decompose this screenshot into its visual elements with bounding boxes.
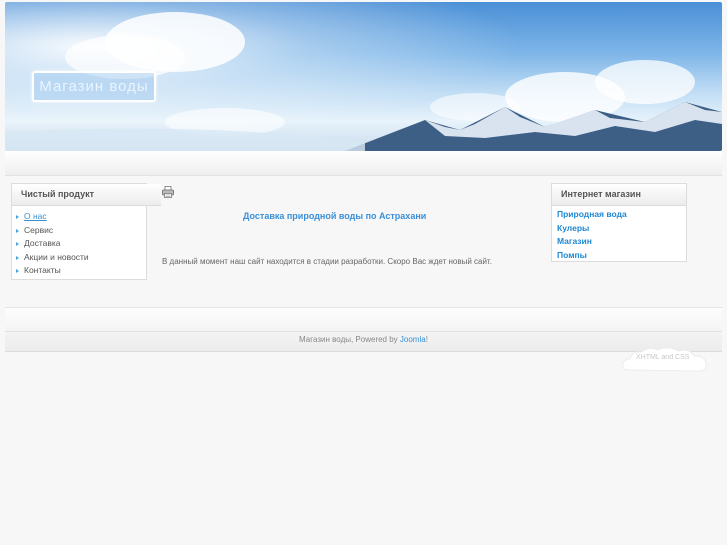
left-menu: О нас Сервис Доставка Акции и новости Ко… [12, 210, 146, 278]
footer-prefix: Магазин воды, Powered by [299, 335, 400, 344]
footer: Магазин воды, Powered by Joomla! [5, 307, 722, 352]
menu-item-about[interactable]: О нас [12, 210, 146, 224]
top-nav-bar [5, 151, 722, 176]
left-menu-module: Чистый продукт О нас Сервис Доставка Акц… [11, 183, 161, 280]
menu-item-natural-water[interactable]: Природная вода [552, 208, 686, 222]
left-module-title: Чистый продукт [12, 184, 161, 206]
menu-item-label[interactable]: Акции и новости [24, 252, 89, 262]
site-title[interactable]: Магазин воды [32, 71, 156, 102]
menu-item-contacts[interactable]: Контакты [12, 264, 146, 278]
footer-divider [5, 331, 722, 332]
footer-text: Магазин воды, Powered by Joomla! [5, 335, 722, 344]
article-title: Доставка природной воды по Астрахани [243, 211, 427, 221]
joomla-link[interactable]: Joomla [400, 335, 426, 344]
menu-item-news[interactable]: Акции и новости [12, 251, 146, 265]
article-text: В данный момент наш сайт находится в ста… [162, 257, 492, 266]
menu-item-shop[interactable]: Магазин [552, 235, 686, 249]
menu-item-label[interactable]: О нас [24, 211, 47, 221]
header-banner: Магазин воды [5, 2, 722, 151]
printer-icon[interactable] [162, 186, 174, 198]
menu-item-pumps[interactable]: Помпы [552, 249, 686, 263]
menu-item-label[interactable]: Доставка [24, 238, 61, 248]
menu-item-service[interactable]: Сервис [12, 224, 146, 238]
right-menu-module: Интернет магазин Природная вода Кулеры М… [551, 183, 687, 262]
menu-item-label[interactable]: Контакты [24, 265, 61, 275]
xhtml-css-badge[interactable]: XHTML and CSS [636, 354, 689, 361]
menu-item-label[interactable]: Сервис [24, 225, 53, 235]
right-menu: Природная вода Кулеры Магазин Помпы [552, 208, 686, 262]
right-module-title: Интернет магазин [552, 184, 686, 206]
menu-item-delivery[interactable]: Доставка [12, 237, 146, 251]
menu-item-coolers[interactable]: Кулеры [552, 222, 686, 236]
footer-suffix: ! [425, 335, 428, 344]
